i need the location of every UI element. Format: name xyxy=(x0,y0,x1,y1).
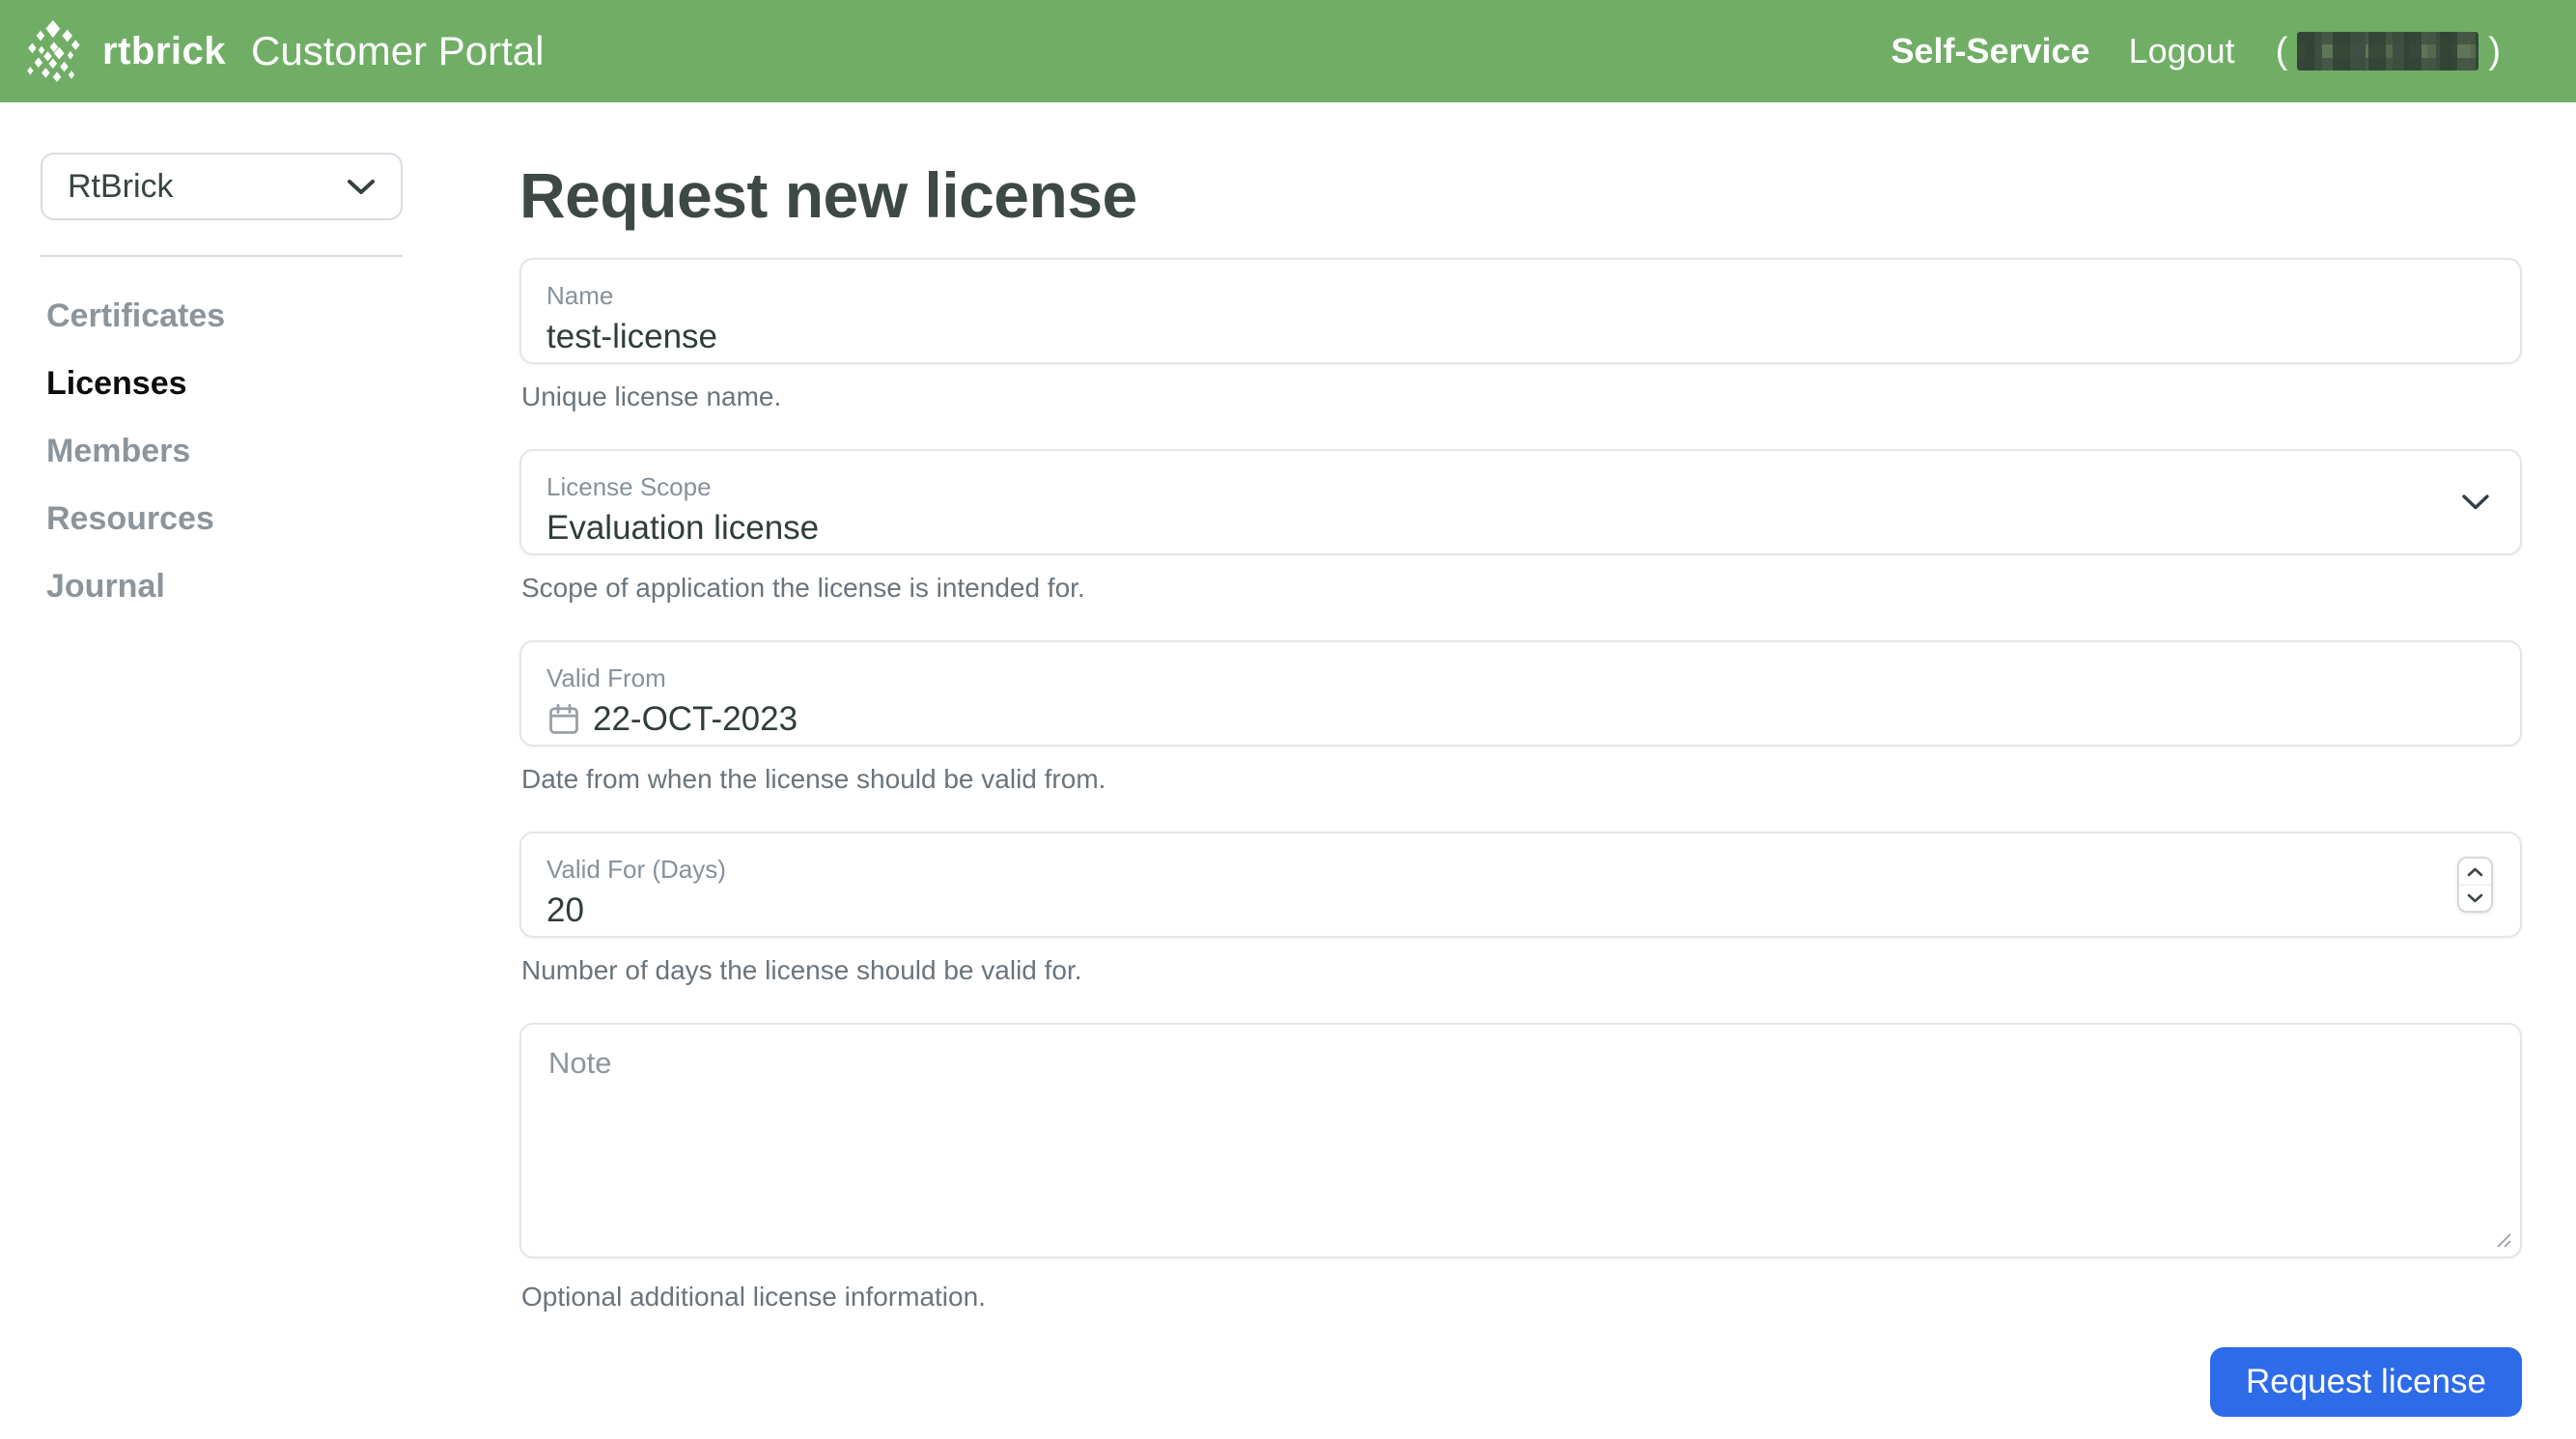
number-stepper xyxy=(2457,857,2493,913)
organization-selector-value: RtBrick xyxy=(68,168,174,206)
resize-handle-icon[interactable] xyxy=(2494,1230,2511,1248)
sidebar: RtBrick Certificates Licenses Members Re… xyxy=(0,102,519,1417)
valid-days-label: Valid For (Days) xyxy=(546,855,2495,885)
name-field[interactable]: Name xyxy=(519,258,2522,364)
user-paren-open: ( xyxy=(2276,31,2288,72)
chevron-down-icon xyxy=(2462,494,2489,511)
note-textarea[interactable] xyxy=(546,1044,2495,1237)
chevron-up-icon xyxy=(2467,867,2483,877)
logo-link[interactable]: rtbrick Customer Portal xyxy=(25,18,544,84)
self-service-link[interactable]: Self-Service xyxy=(1890,31,2089,71)
name-input[interactable] xyxy=(546,318,2091,356)
valid-days-field[interactable]: Valid For (Days) xyxy=(519,832,2522,938)
stepper-up-button[interactable] xyxy=(2459,859,2491,886)
header-nav: Self-Service Logout ( ) xyxy=(1890,31,2501,72)
sidebar-item-resources[interactable]: Resources xyxy=(46,500,519,538)
app-title: Customer Portal xyxy=(251,28,544,74)
rtbrick-logo-icon xyxy=(25,18,87,84)
note-help-text: Optional additional license information. xyxy=(521,1282,2522,1312)
stepper-down-button[interactable] xyxy=(2459,886,2491,912)
logged-in-user: ( ) xyxy=(2276,31,2501,72)
license-scope-help-text: Scope of application the license is inte… xyxy=(521,573,2522,604)
license-scope-value: Evaluation license xyxy=(546,509,819,548)
sidebar-item-licenses[interactable]: Licenses xyxy=(46,365,519,403)
header-bar: rtbrick Customer Portal Self-Service Log… xyxy=(0,0,2576,102)
valid-days-input[interactable] xyxy=(546,891,2091,930)
valid-days-help-text: Number of days the license should be val… xyxy=(521,955,2522,986)
valid-from-value: 22-OCT-2023 xyxy=(593,700,798,739)
sidebar-item-certificates[interactable]: Certificates xyxy=(46,297,519,335)
valid-from-label: Valid From xyxy=(546,663,2495,693)
sidebar-nav: Certificates Licenses Members Resources … xyxy=(41,297,519,606)
redacted-username xyxy=(2297,32,2478,71)
license-scope-field[interactable]: License Scope Evaluation license xyxy=(519,449,2522,555)
brand-name: rtbrick xyxy=(102,30,226,73)
request-license-button[interactable]: Request license xyxy=(2210,1347,2522,1417)
main-content: Request new license Name Unique license … xyxy=(519,102,2522,1417)
chevron-down-icon xyxy=(2467,893,2483,903)
organization-selector[interactable]: RtBrick xyxy=(41,153,403,220)
logout-link[interactable]: Logout xyxy=(2129,31,2235,71)
page-title: Request new license xyxy=(519,162,2522,229)
name-help-text: Unique license name. xyxy=(521,381,2522,412)
calendar-icon xyxy=(546,702,581,737)
sidebar-item-members[interactable]: Members xyxy=(46,433,519,470)
valid-from-help-text: Date from when the license should be val… xyxy=(521,764,2522,795)
user-paren-close: ) xyxy=(2488,31,2501,72)
valid-from-field[interactable]: Valid From 22-OCT-2023 xyxy=(519,640,2522,747)
sidebar-divider xyxy=(41,255,403,257)
license-scope-label: License Scope xyxy=(546,472,2495,502)
name-field-label: Name xyxy=(546,281,2495,311)
chevron-down-icon xyxy=(347,178,376,195)
note-field[interactable] xyxy=(519,1023,2522,1258)
sidebar-item-journal[interactable]: Journal xyxy=(46,568,519,606)
